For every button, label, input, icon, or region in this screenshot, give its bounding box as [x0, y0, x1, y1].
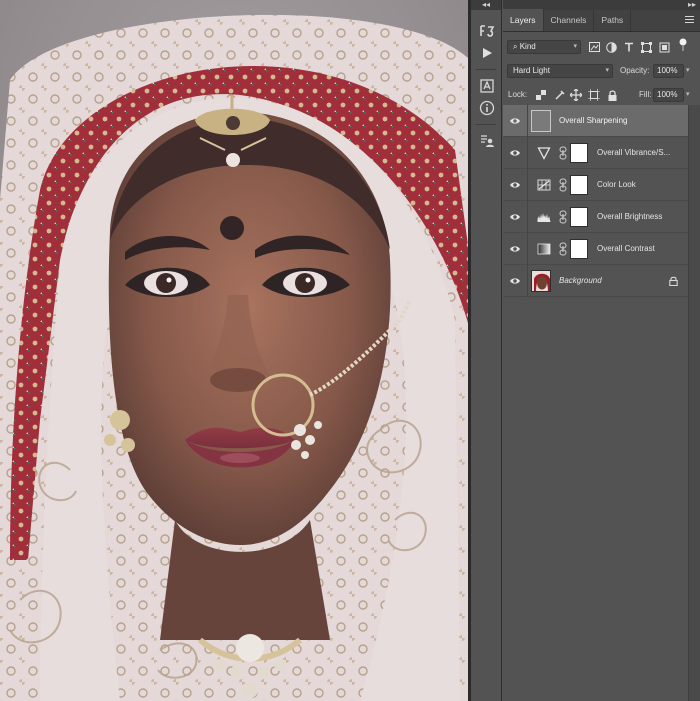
eye-icon[interactable]: [509, 243, 521, 255]
layer-divider: [527, 137, 528, 169]
lock-label: Lock:: [508, 90, 528, 99]
layer-overall-sharpening[interactable]: Overall Sharpening: [503, 105, 688, 137]
layer-name[interactable]: Overall Contrast: [597, 233, 655, 265]
link-icon[interactable]: [559, 146, 567, 160]
eye-icon[interactable]: [509, 211, 521, 223]
lock-image-pixels-icon[interactable]: [553, 89, 565, 101]
eye-icon[interactable]: [509, 147, 521, 159]
fill-value: 100%: [657, 90, 678, 99]
eye-icon[interactable]: [509, 115, 521, 127]
lock-all-icon[interactable]: [606, 89, 618, 101]
layer-name[interactable]: Overall Brightness: [597, 201, 662, 233]
layer-mask-thumbnail[interactable]: [570, 175, 588, 195]
opacity-value: 100%: [657, 66, 678, 75]
filter-toggle-icon[interactable]: [677, 38, 689, 51]
properties-icon[interactable]: [471, 130, 502, 152]
layer-thumbnail: [531, 110, 551, 132]
layer-background[interactable]: Background: [503, 265, 688, 297]
lock-position-icon[interactable]: [570, 89, 582, 101]
color-lookup-icon: [537, 179, 551, 191]
layer-divider: [527, 169, 528, 201]
info-icon[interactable]: [471, 97, 502, 119]
eye-icon[interactable]: [509, 179, 521, 191]
tool-divider: [476, 124, 496, 125]
collapse-dock-icon[interactable]: ◂◂: [471, 0, 501, 10]
layer-mask-thumbnail[interactable]: [570, 207, 588, 227]
layer-overall-vibrance[interactable]: Overall Vibrance/S...: [503, 137, 688, 169]
link-icon[interactable]: [559, 242, 567, 256]
layer-filter-row: ⌕ Kind ▾: [503, 36, 700, 60]
filter-adjustment-icon[interactable]: [605, 41, 617, 53]
layer-overall-contrast[interactable]: Overall Contrast: [503, 233, 688, 265]
eye-icon[interactable]: [509, 275, 521, 287]
fill-label: Fill:: [639, 90, 652, 99]
opacity-input[interactable]: 100%: [653, 64, 684, 78]
layer-color-look[interactable]: Color Look: [503, 169, 688, 201]
filter-kind-select[interactable]: ⌕ Kind ▾: [507, 40, 581, 54]
play-action-icon[interactable]: [471, 42, 502, 64]
opacity-label: Opacity:: [620, 66, 650, 75]
filter-type-icon[interactable]: [623, 41, 635, 53]
filter-shape-icon[interactable]: [640, 41, 652, 53]
lock-transparent-pixels-icon[interactable]: [535, 89, 547, 101]
layer-name[interactable]: Color Look: [597, 169, 636, 201]
layer-divider: [527, 105, 528, 137]
tab-layers[interactable]: Layers: [503, 9, 544, 31]
tab-channels[interactable]: Channels: [544, 9, 595, 31]
fill-input[interactable]: 100%: [653, 88, 684, 102]
layer-divider: [527, 201, 528, 233]
layer-mask-thumbnail[interactable]: [570, 143, 588, 163]
fill-slider-arrow[interactable]: ▾: [686, 88, 690, 102]
gradient-map-icon: [537, 243, 551, 255]
filter-pixel-icon[interactable]: [588, 41, 600, 53]
document-canvas[interactable]: [0, 0, 470, 701]
panel-menu-icon[interactable]: [685, 16, 694, 25]
lock-icon[interactable]: [669, 276, 678, 286]
layer-name[interactable]: Overall Sharpening: [559, 105, 627, 137]
character-icon[interactable]: [471, 75, 502, 97]
photoshop-window: ◂◂ ▸▸ Layers Channels Paths ⌕ Kind ▾ Har…: [0, 0, 700, 701]
chevron-down-icon: ▾: [605, 67, 609, 74]
panel-tabs: Layers Channels Paths: [503, 9, 700, 32]
background-thumbnail: [531, 270, 551, 292]
panel-dock-strip: ◂◂: [471, 0, 502, 701]
layer-name[interactable]: Overall Vibrance/S...: [597, 137, 670, 169]
layer-overall-brightness[interactable]: Overall Brightness: [503, 201, 688, 233]
layers-panel: ▸▸ Layers Channels Paths ⌕ Kind ▾ Hard L…: [503, 0, 700, 701]
opacity-slider-arrow[interactable]: ▾: [686, 64, 690, 78]
tab-paths[interactable]: Paths: [594, 9, 632, 31]
blend-mode-value: Hard Light: [513, 66, 550, 75]
chevron-down-icon: ▾: [573, 43, 577, 50]
blend-mode-select[interactable]: Hard Light ▾: [507, 64, 613, 78]
history-brush-icon[interactable]: [471, 20, 502, 42]
layers-list: Overall Sharpening Overall Vibrance/S...…: [503, 105, 688, 701]
blend-mode-row: Hard Light ▾ Opacity: 100% ▾: [503, 60, 700, 84]
link-icon[interactable]: [559, 178, 567, 192]
layer-mask-thumbnail[interactable]: [570, 239, 588, 259]
layers-scroll-track[interactable]: [688, 105, 700, 701]
portrait-photo: [0, 0, 470, 701]
layer-divider: [527, 233, 528, 265]
vibrance-icon: [537, 147, 551, 160]
filter-kind-label: Kind: [519, 42, 536, 51]
search-icon: ⌕: [513, 42, 520, 51]
collapse-panel-icon[interactable]: ▸▸: [688, 0, 696, 10]
link-icon[interactable]: [559, 210, 567, 224]
tool-divider: [476, 69, 496, 70]
layer-name[interactable]: Background: [559, 265, 602, 297]
filter-smart-object-icon[interactable]: [658, 41, 670, 53]
lock-artboard-icon[interactable]: [588, 89, 600, 101]
layer-divider: [527, 265, 528, 297]
levels-icon: [537, 213, 551, 222]
